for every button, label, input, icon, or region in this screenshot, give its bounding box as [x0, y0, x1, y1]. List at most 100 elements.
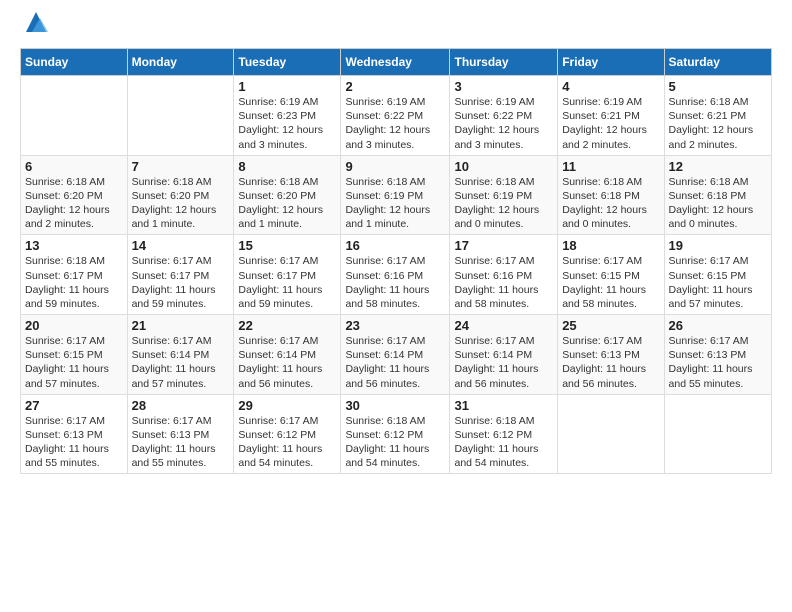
day-number: 16: [345, 238, 445, 253]
day-info: Sunrise: 6:19 AM Sunset: 6:23 PM Dayligh…: [238, 95, 336, 152]
day-info: Sunrise: 6:18 AM Sunset: 6:19 PM Dayligh…: [345, 175, 445, 232]
calendar-cell: 2Sunrise: 6:19 AM Sunset: 6:22 PM Daylig…: [341, 76, 450, 156]
week-row-3: 13Sunrise: 6:18 AM Sunset: 6:17 PM Dayli…: [21, 235, 772, 315]
day-info: Sunrise: 6:17 AM Sunset: 6:17 PM Dayligh…: [238, 254, 336, 311]
day-info: Sunrise: 6:17 AM Sunset: 6:15 PM Dayligh…: [25, 334, 123, 391]
day-info: Sunrise: 6:18 AM Sunset: 6:20 PM Dayligh…: [25, 175, 123, 232]
day-number: 4: [562, 79, 659, 94]
day-number: 7: [132, 159, 230, 174]
calendar-cell: 19Sunrise: 6:17 AM Sunset: 6:15 PM Dayli…: [664, 235, 771, 315]
logo: [20, 16, 50, 36]
day-info: Sunrise: 6:17 AM Sunset: 6:12 PM Dayligh…: [238, 414, 336, 471]
calendar-cell: 8Sunrise: 6:18 AM Sunset: 6:20 PM Daylig…: [234, 155, 341, 235]
weekday-sunday: Sunday: [21, 49, 128, 76]
weekday-header-row: SundayMondayTuesdayWednesdayThursdayFrid…: [21, 49, 772, 76]
day-info: Sunrise: 6:19 AM Sunset: 6:21 PM Dayligh…: [562, 95, 659, 152]
day-info: Sunrise: 6:18 AM Sunset: 6:21 PM Dayligh…: [669, 95, 767, 152]
day-info: Sunrise: 6:18 AM Sunset: 6:18 PM Dayligh…: [669, 175, 767, 232]
day-number: 8: [238, 159, 336, 174]
weekday-monday: Monday: [127, 49, 234, 76]
day-info: Sunrise: 6:17 AM Sunset: 6:16 PM Dayligh…: [345, 254, 445, 311]
day-info: Sunrise: 6:17 AM Sunset: 6:15 PM Dayligh…: [669, 254, 767, 311]
day-number: 10: [454, 159, 553, 174]
day-number: 19: [669, 238, 767, 253]
calendar-cell: 7Sunrise: 6:18 AM Sunset: 6:20 PM Daylig…: [127, 155, 234, 235]
calendar-cell: 18Sunrise: 6:17 AM Sunset: 6:15 PM Dayli…: [558, 235, 664, 315]
day-number: 21: [132, 318, 230, 333]
day-number: 25: [562, 318, 659, 333]
calendar-cell: [664, 394, 771, 474]
calendar-cell: 6Sunrise: 6:18 AM Sunset: 6:20 PM Daylig…: [21, 155, 128, 235]
weekday-wednesday: Wednesday: [341, 49, 450, 76]
calendar-cell: 29Sunrise: 6:17 AM Sunset: 6:12 PM Dayli…: [234, 394, 341, 474]
day-info: Sunrise: 6:17 AM Sunset: 6:13 PM Dayligh…: [25, 414, 123, 471]
calendar-table: SundayMondayTuesdayWednesdayThursdayFrid…: [20, 48, 772, 474]
logo-icon: [22, 8, 50, 36]
weekday-thursday: Thursday: [450, 49, 558, 76]
day-info: Sunrise: 6:17 AM Sunset: 6:14 PM Dayligh…: [345, 334, 445, 391]
calendar-cell: 4Sunrise: 6:19 AM Sunset: 6:21 PM Daylig…: [558, 76, 664, 156]
calendar-cell: 30Sunrise: 6:18 AM Sunset: 6:12 PM Dayli…: [341, 394, 450, 474]
day-number: 6: [25, 159, 123, 174]
day-info: Sunrise: 6:18 AM Sunset: 6:18 PM Dayligh…: [562, 175, 659, 232]
calendar-cell: 1Sunrise: 6:19 AM Sunset: 6:23 PM Daylig…: [234, 76, 341, 156]
calendar-cell: 13Sunrise: 6:18 AM Sunset: 6:17 PM Dayli…: [21, 235, 128, 315]
day-number: 24: [454, 318, 553, 333]
header: [20, 16, 772, 36]
calendar-cell: 22Sunrise: 6:17 AM Sunset: 6:14 PM Dayli…: [234, 315, 341, 395]
day-number: 9: [345, 159, 445, 174]
calendar-cell: 12Sunrise: 6:18 AM Sunset: 6:18 PM Dayli…: [664, 155, 771, 235]
calendar-cell: 16Sunrise: 6:17 AM Sunset: 6:16 PM Dayli…: [341, 235, 450, 315]
calendar-cell: 21Sunrise: 6:17 AM Sunset: 6:14 PM Dayli…: [127, 315, 234, 395]
day-number: 1: [238, 79, 336, 94]
calendar-cell: 23Sunrise: 6:17 AM Sunset: 6:14 PM Dayli…: [341, 315, 450, 395]
week-row-2: 6Sunrise: 6:18 AM Sunset: 6:20 PM Daylig…: [21, 155, 772, 235]
calendar-cell: 9Sunrise: 6:18 AM Sunset: 6:19 PM Daylig…: [341, 155, 450, 235]
weekday-tuesday: Tuesday: [234, 49, 341, 76]
day-number: 22: [238, 318, 336, 333]
day-number: 28: [132, 398, 230, 413]
day-info: Sunrise: 6:17 AM Sunset: 6:17 PM Dayligh…: [132, 254, 230, 311]
calendar-cell: 14Sunrise: 6:17 AM Sunset: 6:17 PM Dayli…: [127, 235, 234, 315]
calendar-cell: 27Sunrise: 6:17 AM Sunset: 6:13 PM Dayli…: [21, 394, 128, 474]
day-number: 11: [562, 159, 659, 174]
weekday-friday: Friday: [558, 49, 664, 76]
day-info: Sunrise: 6:18 AM Sunset: 6:20 PM Dayligh…: [238, 175, 336, 232]
weekday-saturday: Saturday: [664, 49, 771, 76]
day-number: 15: [238, 238, 336, 253]
calendar-cell: 10Sunrise: 6:18 AM Sunset: 6:19 PM Dayli…: [450, 155, 558, 235]
calendar-cell: [127, 76, 234, 156]
day-info: Sunrise: 6:19 AM Sunset: 6:22 PM Dayligh…: [345, 95, 445, 152]
calendar-cell: 5Sunrise: 6:18 AM Sunset: 6:21 PM Daylig…: [664, 76, 771, 156]
calendar-cell: 17Sunrise: 6:17 AM Sunset: 6:16 PM Dayli…: [450, 235, 558, 315]
day-number: 30: [345, 398, 445, 413]
day-number: 23: [345, 318, 445, 333]
day-info: Sunrise: 6:17 AM Sunset: 6:16 PM Dayligh…: [454, 254, 553, 311]
calendar-cell: [21, 76, 128, 156]
calendar-cell: 11Sunrise: 6:18 AM Sunset: 6:18 PM Dayli…: [558, 155, 664, 235]
calendar-cell: 31Sunrise: 6:18 AM Sunset: 6:12 PM Dayli…: [450, 394, 558, 474]
day-number: 13: [25, 238, 123, 253]
calendar-cell: 20Sunrise: 6:17 AM Sunset: 6:15 PM Dayli…: [21, 315, 128, 395]
day-number: 12: [669, 159, 767, 174]
day-number: 27: [25, 398, 123, 413]
day-info: Sunrise: 6:17 AM Sunset: 6:15 PM Dayligh…: [562, 254, 659, 311]
day-number: 20: [25, 318, 123, 333]
day-number: 3: [454, 79, 553, 94]
calendar-cell: 3Sunrise: 6:19 AM Sunset: 6:22 PM Daylig…: [450, 76, 558, 156]
calendar-cell: 28Sunrise: 6:17 AM Sunset: 6:13 PM Dayli…: [127, 394, 234, 474]
day-info: Sunrise: 6:18 AM Sunset: 6:19 PM Dayligh…: [454, 175, 553, 232]
day-info: Sunrise: 6:18 AM Sunset: 6:12 PM Dayligh…: [345, 414, 445, 471]
calendar-cell: 24Sunrise: 6:17 AM Sunset: 6:14 PM Dayli…: [450, 315, 558, 395]
calendar-cell: [558, 394, 664, 474]
day-info: Sunrise: 6:18 AM Sunset: 6:12 PM Dayligh…: [454, 414, 553, 471]
week-row-1: 1Sunrise: 6:19 AM Sunset: 6:23 PM Daylig…: [21, 76, 772, 156]
day-number: 17: [454, 238, 553, 253]
day-number: 18: [562, 238, 659, 253]
day-info: Sunrise: 6:17 AM Sunset: 6:13 PM Dayligh…: [562, 334, 659, 391]
week-row-5: 27Sunrise: 6:17 AM Sunset: 6:13 PM Dayli…: [21, 394, 772, 474]
day-info: Sunrise: 6:17 AM Sunset: 6:14 PM Dayligh…: [454, 334, 553, 391]
day-info: Sunrise: 6:17 AM Sunset: 6:13 PM Dayligh…: [669, 334, 767, 391]
day-info: Sunrise: 6:17 AM Sunset: 6:14 PM Dayligh…: [132, 334, 230, 391]
day-number: 2: [345, 79, 445, 94]
